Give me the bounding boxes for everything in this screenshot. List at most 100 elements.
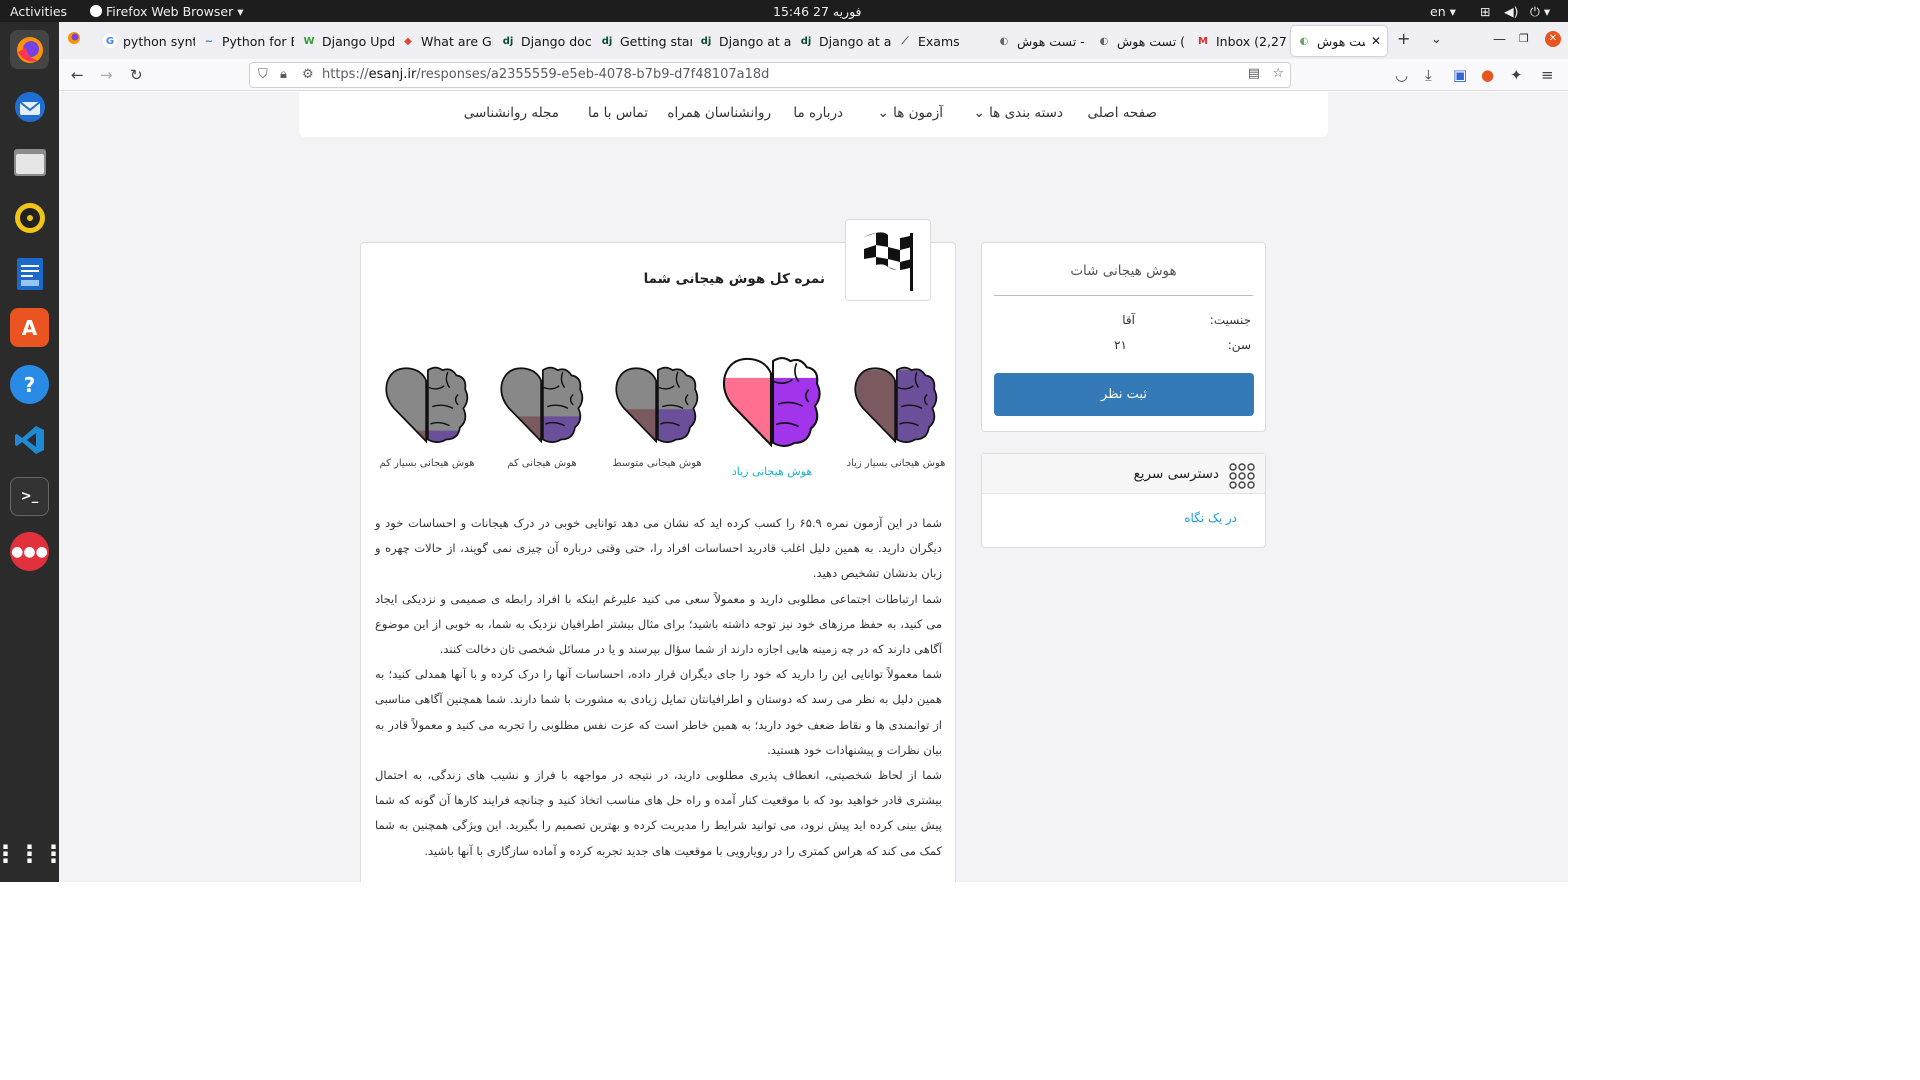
level-label-3: هوش هیجانی متوسط <box>612 458 702 469</box>
tab-exams[interactable]: ⟋ Exams <box>898 26 990 56</box>
paragraph: شما از لحاظ شخصیتی، انعطاف پذیری مطلوبی … <box>375 768 942 858</box>
menu-categories[interactable]: دسته بندی ها ⌄ <box>973 105 1063 121</box>
pocket-icon[interactable]: ◡ <box>1395 66 1408 84</box>
reload-button[interactable]: ↻ <box>130 66 143 84</box>
files-icon[interactable] <box>10 142 49 181</box>
site-icon: ◐ <box>1299 35 1309 47</box>
level-label-2: هوش هیجانی زیاد <box>731 465 813 478</box>
level-label-5: هوش هیجانی بسیار کم <box>379 458 475 469</box>
at-a-glance-link[interactable]: در یک نگاه <box>1184 511 1237 525</box>
maximize-button[interactable]: ❐ <box>1519 32 1529 45</box>
downloads-icon[interactable]: ⤓ <box>1425 66 1432 84</box>
paragraph: شما ارتباطات اجتماعی مطلوبی دارید و معمو… <box>375 591 942 657</box>
level-label-4: هوش هیجانی کم <box>507 458 577 469</box>
volume-icon[interactable]: ◀) <box>1504 4 1519 19</box>
writer-icon[interactable] <box>10 254 49 293</box>
result-card: نمره کل هوش هیجانی شما هوش هیجانی بسیار … <box>360 219 956 882</box>
age-value: ۲۱ <box>1114 338 1127 352</box>
minimize-button[interactable]: — <box>1493 32 1506 47</box>
vscode-icon[interactable] <box>10 420 49 459</box>
language-indicator[interactable]: en ▾ <box>1430 4 1456 19</box>
tab-iq-test-1[interactable]: ◐ تست هوش - <box>997 26 1089 56</box>
help-icon[interactable]: ? <box>10 365 49 404</box>
dock: A ? >_ ●●● ⋮⋮⋮ <box>0 22 66 882</box>
site-icon: ~ <box>204 35 214 47</box>
url-prefix: https:// <box>322 67 369 82</box>
quick-access-title: دسترسی سریع <box>1133 466 1219 482</box>
extensions-icon[interactable]: ✦ <box>1510 66 1523 84</box>
tab-gmail-inbox[interactable]: M Inbox (2,27 <box>1196 26 1288 56</box>
level-icon-4 <box>497 365 587 444</box>
show-apps-icon[interactable]: ⋮⋮⋮ <box>0 834 66 873</box>
site-icon: ◐ <box>1099 35 1109 47</box>
google-icon: G <box>103 34 117 48</box>
tab-django-at-a-2[interactable]: dj Django at a <box>799 26 891 56</box>
url-bar[interactable]: ⛉ 🔒︎ ⚙ https://esanj.ir/responses/a23555… <box>249 62 1291 88</box>
list-tabs-button[interactable]: ⌄ <box>1431 32 1442 47</box>
close-tab-icon[interactable]: ✕ <box>1371 34 1381 48</box>
result-description: شما در این آزمون نمره ۶۵.۹ را کسب کرده ا… <box>375 511 942 864</box>
forward-button[interactable]: → <box>100 66 113 84</box>
activities-button[interactable]: Activities <box>10 4 67 19</box>
tab-django-update[interactable]: W Django Upd <box>302 26 394 56</box>
tab-django-docs[interactable]: dj Django doc <box>501 26 593 56</box>
new-tab-button[interactable]: + <box>1397 29 1410 48</box>
menu-home[interactable]: صفحه اصلی <box>1088 105 1157 121</box>
menu-icon[interactable]: ≡ <box>1541 66 1554 84</box>
tab-iq-test-active[interactable]: ◐تست هوش✕ <box>1291 26 1387 56</box>
site-icon: ◐ <box>999 35 1009 47</box>
grid-icon <box>1229 463 1255 493</box>
reader-view-icon[interactable]: ▤ <box>1248 66 1260 81</box>
quick-access-header: دسترسی سریع <box>982 454 1265 494</box>
test-info-card: هوش هیجانی شات جنسیت: آقا سن: ۲۱ ثبت نظر <box>981 242 1266 432</box>
gmail-icon: M <box>1198 35 1208 47</box>
close-window-button[interactable]: ✕ <box>1545 31 1561 47</box>
scrollbar[interactable] <box>1562 92 1568 882</box>
tab-getting-started[interactable]: dj Getting star <box>600 26 692 56</box>
chat-icon[interactable]: ●●● <box>10 532 49 571</box>
firefox-view-icon[interactable] <box>67 31 81 49</box>
permissions-icon[interactable]: ⚙ <box>302 67 314 82</box>
django-icon: dj <box>502 35 514 47</box>
tab-django-at-a[interactable]: dj Django at a <box>699 26 791 56</box>
site-icon: W <box>303 35 315 47</box>
lock-icon[interactable]: 🔒︎ <box>280 67 287 82</box>
firefox-icon[interactable] <box>10 30 49 69</box>
chevron-down-icon: ⌄ <box>877 105 889 121</box>
bookmark-star-icon[interactable]: ☆ <box>1272 66 1284 81</box>
gender-label: جنسیت: <box>1209 313 1251 327</box>
tab-python-syntax[interactable]: Gpython synt <box>103 26 195 56</box>
menu-magazine[interactable]: مجله روانشناسی <box>464 105 559 121</box>
level-icon-2 <box>720 355 824 448</box>
menu-psychologists[interactable]: روانشناسان همراه <box>667 105 771 121</box>
result-title: نمره کل هوش هیجانی شما <box>643 271 825 287</box>
page-content: صفحه اصلی دسته بندی ها ⌄ آزمون ها ⌄ دربا… <box>59 92 1568 882</box>
app-menu[interactable]: Firefox Web Browser ▾ <box>90 4 244 19</box>
menu-contact[interactable]: تماس با ما <box>588 105 648 121</box>
clock[interactable]: 15:46 فوریه 27 <box>773 4 862 19</box>
menu-exams[interactable]: آزمون ها ⌄ <box>877 105 943 121</box>
translate-icon[interactable]: ▣ <box>1453 66 1467 84</box>
network-icon[interactable]: ⊞ <box>1480 4 1490 19</box>
url-path: /responses/a2355559-e5eb-4078-b7b9-d7f48… <box>416 67 770 82</box>
tab-iq-test-2[interactable]: ◐ تست هوش ( <box>1097 26 1189 56</box>
back-button[interactable]: ← <box>71 66 84 84</box>
thunderbird-icon[interactable] <box>10 87 49 126</box>
shield-icon[interactable]: ⛉ <box>258 67 268 82</box>
tab-what-are-git[interactable]: ◆ What are Gi <box>401 26 493 56</box>
power-icon[interactable]: ⏻ ▾ <box>1530 4 1550 20</box>
test-name: هوش هیجانی شات <box>1070 263 1177 279</box>
navigation-bar: ← → ↻ ⛉ 🔒︎ ⚙ https://esanj.ir/responses/… <box>59 59 1568 91</box>
app-center-icon[interactable]: A <box>10 308 49 347</box>
rhythmbox-icon[interactable] <box>10 198 49 237</box>
paragraph: شما در این آزمون نمره ۶۵.۹ را کسب کرده ا… <box>375 516 942 581</box>
level-icon-5 <box>382 365 472 444</box>
tab-python-for[interactable]: ~ Python for E <box>202 26 294 56</box>
submit-review-button[interactable]: ثبت نظر <box>994 373 1254 416</box>
tab-strip: Gpython synt ~ Python for E W Django Upd ◆… <box>59 22 1568 59</box>
gitlab-icon: ◆ <box>404 35 412 47</box>
menu-about[interactable]: درباره ما <box>793 105 843 121</box>
extension-icon[interactable]: ● <box>1481 66 1494 84</box>
age-label: سن: <box>1227 338 1251 352</box>
terminal-icon[interactable]: >_ <box>10 477 49 516</box>
